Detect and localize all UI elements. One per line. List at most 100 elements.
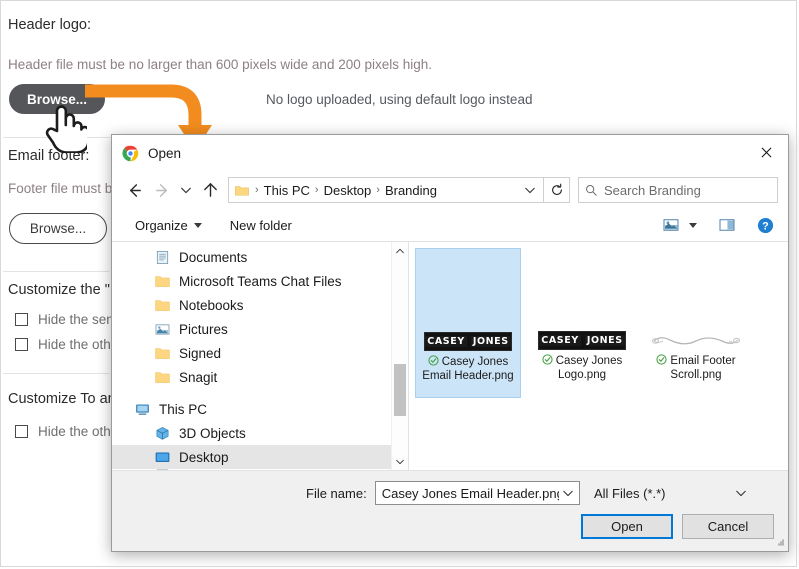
breadcrumb-separator-2: › — [376, 184, 380, 196]
logo-word-1: CASEY — [539, 334, 581, 347]
page-canvas: Header logo: Header file must be no larg… — [3, 3, 794, 564]
checkbox-label-hide-other-2: Hide the othe — [38, 424, 119, 439]
file-label: Email Footer Scroll.png — [643, 354, 749, 382]
tree-vertical-scrollbar[interactable] — [391, 242, 408, 470]
file-list-pane[interactable]: CASEY JONES Casey Jones Email Header.png — [409, 242, 788, 470]
dialog-navigation-bar: › This PC › Desktop › Branding Search Br… — [112, 171, 788, 209]
file-name-text: Casey Jones Logo.png — [555, 355, 623, 381]
tree-item-this-pc[interactable]: This PC — [112, 397, 391, 421]
checkbox-row-hide-other-1[interactable]: Hide the othe — [15, 337, 118, 352]
checkbox-hide-other-2[interactable] — [15, 425, 28, 438]
new-folder-button[interactable]: New folder — [223, 215, 299, 236]
preview-pane-icon[interactable] — [714, 213, 740, 237]
tree-item-microsoft-teams-chat-files[interactable]: Microsoft Teams Chat Files — [112, 269, 391, 293]
dialog-toolbar: Organize New folder ? — [112, 209, 788, 242]
caret-down-icon — [193, 222, 202, 228]
open-button[interactable]: Open — [581, 514, 673, 539]
folder-icon — [154, 273, 171, 289]
cancel-button[interactable]: Cancel — [682, 514, 774, 539]
tree-item-label: Pictures — [179, 321, 228, 337]
chevron-down-icon[interactable] — [392, 453, 408, 470]
tree-item-pictures[interactable]: Pictures — [112, 317, 391, 341]
customize-from-heading: Customize the " — [8, 282, 110, 298]
search-placeholder: Search Branding — [604, 182, 701, 198]
folder-icon — [154, 297, 171, 313]
checkbox-row-hide-sender[interactable]: Hide the send — [15, 312, 121, 327]
sync-ok-icon — [428, 355, 439, 366]
tree-item-snagit[interactable]: Snagit — [112, 365, 391, 389]
close-icon[interactable] — [744, 135, 788, 169]
divider-3 — [3, 373, 109, 374]
casey-jones-banner-icon: CASEY JONES — [424, 332, 512, 351]
search-input[interactable]: Search Branding — [578, 177, 778, 203]
file-name-label: File name: — [306, 485, 367, 501]
folder-icon — [235, 184, 249, 196]
filter-chevron-down-icon[interactable] — [710, 487, 772, 499]
file-name-chevron-down-icon[interactable] — [559, 487, 577, 499]
search-icon — [585, 184, 597, 196]
chevron-up-icon[interactable] — [392, 242, 408, 259]
footer-browse-button[interactable]: Browse... — [9, 213, 107, 244]
breadcrumb-item-desktop[interactable]: Desktop — [321, 183, 375, 198]
footer-size-hint: Footer file must b — [8, 181, 113, 196]
view-caret-down-icon[interactable] — [684, 213, 702, 237]
dialog-footer: File name: Casey Jones Email Header.png … — [112, 470, 788, 551]
address-bar[interactable]: › This PC › Desktop › Branding — [228, 177, 544, 203]
view-layout-icon[interactable] — [658, 213, 684, 237]
tree-item-documents[interactable]: Documents — [112, 245, 391, 269]
breadcrumb-separator-0: › — [255, 184, 259, 196]
logo-word-1: CASEY — [425, 335, 467, 348]
arrow-up-icon[interactable] — [196, 176, 224, 204]
screenshot-root: Header logo: Header file must be no larg… — [0, 0, 799, 569]
hand-pointer-cursor — [43, 101, 87, 153]
desktop-icon — [154, 449, 171, 465]
breadcrumb-item-branding[interactable]: Branding — [382, 183, 440, 198]
arrow-left-icon[interactable] — [120, 176, 148, 204]
dialog-body: Documents Microsoft Teams Chat Files Not… — [112, 242, 788, 470]
file-type-filter-value: All Files (*.*) — [594, 485, 666, 501]
arrow-right-icon — [148, 176, 176, 204]
dialog-titlebar[interactable]: Open — [112, 135, 788, 171]
open-file-dialog: Open › This PC › Desktop › Branding Sear… — [111, 134, 789, 552]
tree-item-label: Notebooks — [179, 297, 244, 313]
dialog-button-row: Open Cancel — [126, 514, 774, 539]
sync-ok-icon — [656, 354, 667, 365]
checkbox-hide-other-1[interactable] — [15, 338, 28, 351]
checkbox-row-hide-other-2[interactable]: Hide the othe — [15, 424, 118, 439]
new-folder-label: New folder — [229, 217, 292, 233]
breadcrumb: › This PC › Desktop › Branding — [253, 183, 521, 198]
documents-icon — [154, 249, 171, 265]
file-name-value: Casey Jones Email Header.png — [381, 485, 560, 501]
organize-menu-button[interactable]: Organize — [128, 215, 209, 236]
file-tile-casey-jones-logo[interactable]: CASEY JONES Casey Jones Logo.png — [529, 248, 635, 398]
tree-item-label: Microsoft Teams Chat Files — [179, 273, 342, 289]
dialog-title: Open — [148, 145, 182, 161]
checkbox-label-hide-sender: Hide the send — [38, 312, 122, 327]
scroll-divider-icon — [650, 332, 742, 350]
chrome-icon — [122, 145, 139, 162]
help-icon[interactable]: ? — [752, 213, 778, 237]
header-size-hint: Header file must be no larger than 600 p… — [8, 57, 433, 72]
tree-item-3d-objects[interactable]: 3D Objects — [112, 421, 391, 445]
checkbox-hide-sender[interactable] — [15, 313, 28, 326]
breadcrumb-item-this-pc[interactable]: This PC — [261, 183, 313, 198]
resize-grip-icon[interactable] — [774, 537, 785, 548]
file-type-filter-select[interactable]: All Files (*.*) — [588, 481, 774, 505]
file-name-input[interactable]: Casey Jones Email Header.png — [374, 481, 580, 505]
refresh-icon[interactable] — [544, 177, 570, 203]
customize-to-heading: Customize To an — [8, 391, 116, 407]
tree-item-desktop[interactable]: Desktop — [112, 445, 391, 469]
scrollbar-thumb[interactable] — [394, 363, 406, 416]
3d-objects-icon — [154, 425, 171, 441]
tree-item-label: This PC — [159, 401, 208, 417]
address-chevron-down-icon[interactable] — [521, 184, 539, 196]
scrollbar-track[interactable] — [392, 259, 408, 453]
file-thumbnail: CASEY JONES — [420, 253, 516, 351]
navigation-tree-pane: Documents Microsoft Teams Chat Files Not… — [112, 242, 409, 470]
recent-locations-chevron-down-icon[interactable] — [176, 176, 196, 204]
file-label: Casey Jones Email Header.png — [416, 355, 520, 383]
tree-item-notebooks[interactable]: Notebooks — [112, 293, 391, 317]
file-tile-email-footer-scroll[interactable]: Email Footer Scroll.png — [643, 248, 749, 398]
file-tile-casey-jones-email-header[interactable]: CASEY JONES Casey Jones Email Header.png — [415, 248, 521, 398]
tree-item-signed[interactable]: Signed — [112, 341, 391, 365]
